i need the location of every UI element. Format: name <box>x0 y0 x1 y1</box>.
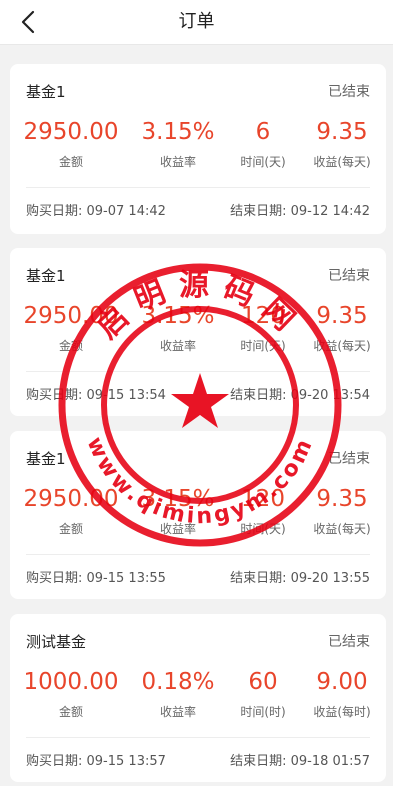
end-date: 结束日期: 09-12 14:42 <box>230 204 370 219</box>
end-date: 结束日期: 09-18 01:57 <box>230 754 370 769</box>
amount-metric: 2950.00 金额 <box>15 118 127 170</box>
rate-metric: 3.15% 收益率 <box>131 118 225 170</box>
amount-label: 金额 <box>58 705 83 719</box>
rate-label: 收益率 <box>159 155 196 169</box>
rate-value: 3.15% <box>141 486 215 512</box>
order-card[interactable]: 基金1 已结束 2950.00 金额 3.15% 收益率 6 时间(天) 9.3… <box>10 64 386 234</box>
rate-metric: 3.15% 收益率 <box>131 485 225 537</box>
status-badge: 已结束 <box>328 84 370 100</box>
income-metric: 9.35 收益(每天) <box>302 118 382 170</box>
rate-label: 收益率 <box>159 705 196 719</box>
duration-value: 120 <box>241 486 285 512</box>
amount-value: 2950.00 <box>23 486 119 512</box>
amount-metric: 2950.00 金额 <box>15 485 127 537</box>
income-label: 收益(每天) <box>313 339 371 353</box>
fund-name: 测试基金 <box>26 633 87 651</box>
income-label: 收益(每时) <box>313 705 371 719</box>
rate-label: 收益率 <box>159 339 196 353</box>
rate-metric: 0.18% 收益率 <box>131 668 225 720</box>
divider <box>26 737 370 738</box>
buy-date: 购买日期: 09-07 14:42 <box>26 204 166 219</box>
rate-value: 3.15% <box>141 119 215 145</box>
income-label: 收益(每天) <box>313 522 371 536</box>
duration-label: 时间(天) <box>240 522 286 536</box>
buy-date: 购买日期: 09-15 13:54 <box>26 388 166 403</box>
duration-label: 时间(天) <box>240 155 286 169</box>
amount-label: 金额 <box>58 155 83 169</box>
income-value: 9.35 <box>316 303 368 329</box>
duration-value: 120 <box>241 303 285 329</box>
income-value: 9.35 <box>316 486 368 512</box>
fund-name: 基金1 <box>26 450 66 468</box>
duration-value: 6 <box>255 119 271 145</box>
end-date: 结束日期: 09-20 13:54 <box>230 388 370 403</box>
page-title: 订单 <box>178 11 215 32</box>
duration-value: 60 <box>248 669 278 695</box>
rate-label: 收益率 <box>159 522 196 536</box>
buy-date: 购买日期: 09-15 13:55 <box>26 571 166 586</box>
duration-label: 时间(天) <box>240 339 286 353</box>
order-card[interactable]: 基金1 已结束 2950.00 金额 3.15% 收益率 120 时间(天) 9… <box>10 431 386 599</box>
status-badge: 已结束 <box>328 634 370 650</box>
income-value: 9.00 <box>316 669 368 695</box>
duration-label: 时间(时) <box>240 705 286 719</box>
amount-label: 金额 <box>58 339 83 353</box>
fund-name: 基金1 <box>26 267 66 285</box>
divider <box>26 554 370 555</box>
fund-name: 基金1 <box>26 83 66 101</box>
divider <box>26 187 370 188</box>
amount-metric: 2950.00 金额 <box>15 302 127 354</box>
rate-value: 3.15% <box>141 303 215 329</box>
amount-value: 1000.00 <box>23 669 119 695</box>
status-badge: 已结束 <box>328 268 370 284</box>
income-metric: 9.35 收益(每天) <box>302 302 382 354</box>
duration-metric: 120 时间(天) <box>232 302 294 354</box>
duration-metric: 120 时间(天) <box>232 485 294 537</box>
divider <box>26 371 370 372</box>
nav-bar: 订单 <box>0 0 393 45</box>
duration-metric: 6 时间(天) <box>232 118 294 170</box>
rate-metric: 3.15% 收益率 <box>131 302 225 354</box>
status-badge: 已结束 <box>328 451 370 467</box>
buy-date: 购买日期: 09-15 13:57 <box>26 754 166 769</box>
order-card[interactable]: 基金1 已结束 2950.00 金额 3.15% 收益率 120 时间(天) 9… <box>10 248 386 416</box>
amount-label: 金额 <box>58 522 83 536</box>
amount-value: 2950.00 <box>23 119 119 145</box>
rate-value: 0.18% <box>141 669 215 695</box>
duration-metric: 60 时间(时) <box>232 668 294 720</box>
income-value: 9.35 <box>316 119 368 145</box>
income-metric: 9.35 收益(每天) <box>302 485 382 537</box>
end-date: 结束日期: 09-20 13:55 <box>230 571 370 586</box>
income-metric: 9.00 收益(每时) <box>302 668 382 720</box>
amount-metric: 1000.00 金额 <box>15 668 127 720</box>
order-card[interactable]: 测试基金 已结束 1000.00 金额 0.18% 收益率 60 时间(时) 9… <box>10 614 386 782</box>
amount-value: 2950.00 <box>23 303 119 329</box>
income-label: 收益(每天) <box>313 155 371 169</box>
